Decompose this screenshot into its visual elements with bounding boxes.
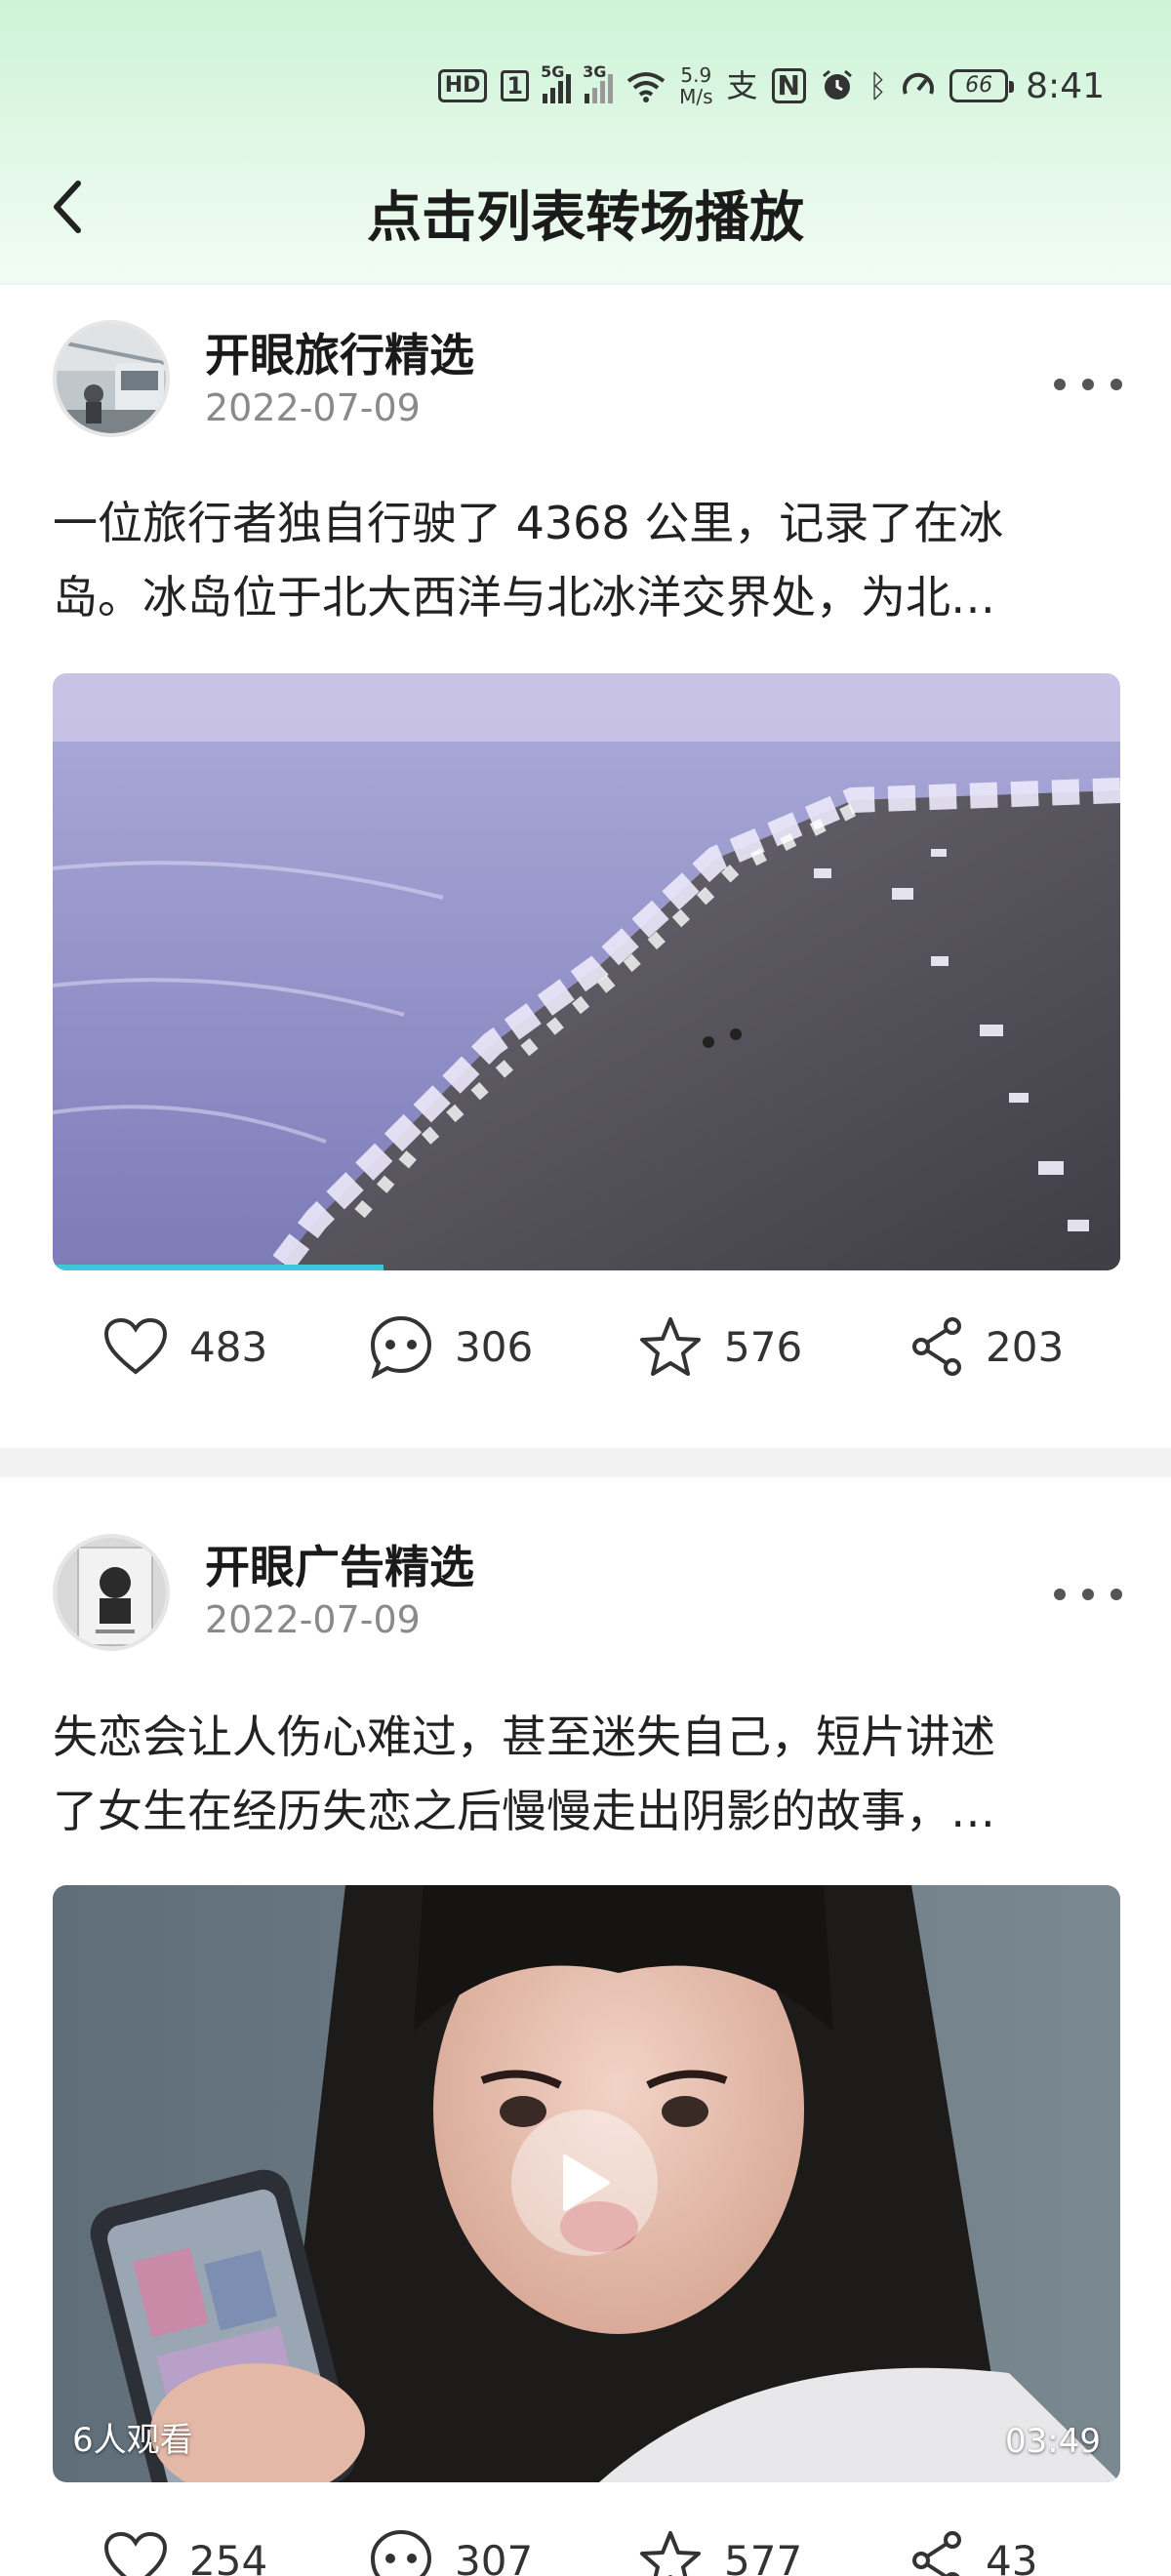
share-count: 203 <box>986 1322 1065 1371</box>
alarm-icon <box>822 69 852 100</box>
post-description[interactable]: 一位旅行者独自行驶了 4368 公里，记录了在冰 岛。冰岛位于北大西洋与北冰洋交… <box>53 486 1126 634</box>
gauge-icon <box>903 72 935 95</box>
description-line-2: 了女生在经历失恋之后慢慢走出阴影的故事，… <box>53 1785 995 1837</box>
share-icon <box>912 2531 961 2576</box>
description-line-1: 失恋会让人伤心难过，甚至迷失自己，短片讲述 <box>53 1711 995 1763</box>
action-bar: 483 306 576 203 <box>0 1308 1171 1386</box>
share-count: 43 <box>986 2536 1038 2576</box>
like-count: 254 <box>189 2536 268 2576</box>
video-duration: 03:49 <box>1005 2422 1101 2461</box>
post-description[interactable]: 失恋会让人伤心难过，甚至迷失自己，短片讲述 了女生在经历失恋之后慢慢走出阴影的故… <box>53 1700 1126 1848</box>
speed-value: 5.9 <box>680 63 712 87</box>
author-avatar[interactable] <box>53 1534 170 1651</box>
more-dot-icon <box>1054 379 1066 390</box>
heart-icon <box>103 2531 168 2576</box>
card-divider <box>0 1448 1171 1477</box>
post-date: 2022-07-09 <box>205 1598 421 1641</box>
play-button[interactable] <box>511 2110 658 2256</box>
app-header: HD 1 5G 3G 5.9 M/s 支 N ᛒ 66 8:41 点击列表转场播… <box>0 0 1171 285</box>
nfc-icon: N <box>771 68 806 103</box>
status-bar: HD 1 5G 3G 5.9 M/s 支 N ᛒ 66 8:41 <box>437 57 1105 115</box>
signal-5g-icon: 5G <box>541 62 572 103</box>
page-title: 点击列表转场播放 <box>367 186 804 250</box>
author-name[interactable]: 开眼广告精选 <box>205 1532 474 1596</box>
comment-count: 306 <box>455 1322 534 1371</box>
description-line-2: 岛。冰岛位于北大西洋与北冰洋交界处，为北… <box>53 571 995 624</box>
watcher-count: 6人观看 <box>72 2421 193 2460</box>
clock: 8:41 <box>1026 65 1105 106</box>
network-speed: 5.9 M/s <box>679 64 712 107</box>
favorite-count: 576 <box>724 1322 803 1371</box>
feed-card-travel[interactable]: 开眼旅行精选 2022-07-09 一位旅行者独自行驶了 4368 公里，记录了… <box>0 285 1171 1446</box>
sim-indicator: 1 <box>501 70 530 101</box>
feed-card-ad[interactable]: 开眼广告精选 2022-07-09 失恋会让人伤心难过，甚至迷失自己，短片讲述 … <box>0 1477 1171 2576</box>
video-player[interactable] <box>53 673 1120 1270</box>
heart-icon <box>103 1317 168 1375</box>
playback-progress-bar[interactable] <box>53 1265 384 1270</box>
speed-unit: M/s <box>679 85 713 108</box>
action-bar: 254 307 577 43 <box>0 2521 1171 2576</box>
like-button[interactable]: 254 <box>103 2521 267 2576</box>
like-button[interactable]: 483 <box>103 1308 267 1386</box>
favorite-button[interactable]: 577 <box>638 2521 802 2576</box>
comment-icon <box>370 1315 432 1379</box>
comment-count: 307 <box>455 2536 534 2576</box>
signal-3g-icon: 3G <box>583 62 614 103</box>
play-icon <box>563 2154 610 2211</box>
author-avatar[interactable] <box>53 320 170 437</box>
author-name[interactable]: 开眼旅行精选 <box>205 320 474 384</box>
star-icon <box>640 1317 701 1376</box>
video-frame-icy-beach <box>53 673 1120 1270</box>
battery-indicator: 66 <box>949 69 1015 102</box>
favorite-button[interactable]: 576 <box>638 1308 802 1386</box>
comment-button[interactable]: 307 <box>369 2521 533 2576</box>
share-button[interactable]: 43 <box>909 2521 1037 2576</box>
more-dot-icon <box>1054 1589 1066 1600</box>
more-options-button[interactable] <box>1054 1575 1122 1614</box>
comment-icon <box>370 2529 432 2576</box>
wifi-icon <box>626 72 666 102</box>
signal-3g-label: 3G <box>583 62 607 81</box>
star-icon <box>640 2531 701 2576</box>
hd-indicator: HD <box>437 69 488 102</box>
signal-5g-label: 5G <box>541 62 565 81</box>
video-cover[interactable]: 6人观看 03:49 <box>53 1885 1120 2482</box>
like-count: 483 <box>189 1322 268 1371</box>
bluetooth-icon: ᛒ <box>868 67 888 104</box>
comment-button[interactable]: 306 <box>369 1308 533 1386</box>
alipay-icon: 支 <box>726 67 758 104</box>
share-button[interactable]: 203 <box>909 1308 1064 1386</box>
favorite-count: 577 <box>724 2536 803 2576</box>
post-date: 2022-07-09 <box>205 386 421 429</box>
more-options-button[interactable] <box>1054 365 1122 404</box>
description-line-1: 一位旅行者独自行驶了 4368 公里，记录了在冰 <box>53 497 1004 549</box>
share-icon <box>912 1317 961 1376</box>
